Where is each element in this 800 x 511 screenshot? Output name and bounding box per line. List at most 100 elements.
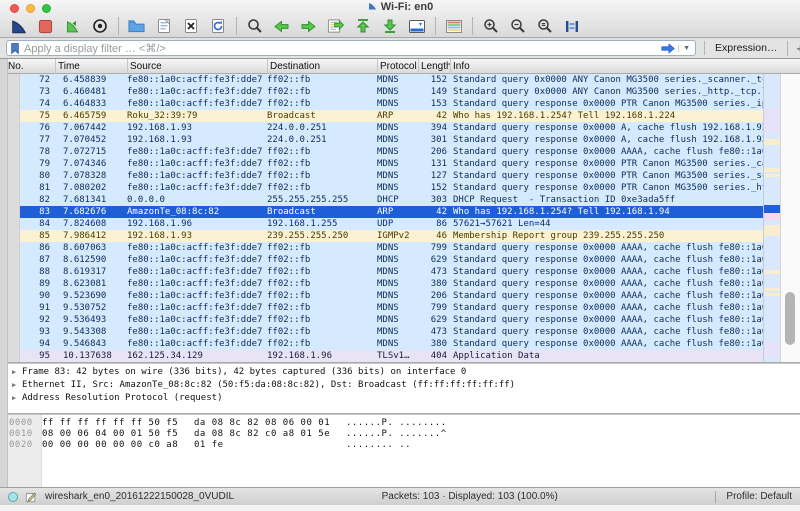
packet-counts: Packets: 103 · Displayed: 103 (100.0%)	[381, 491, 558, 502]
colorize-icon	[445, 19, 462, 33]
reload-file-button[interactable]	[207, 16, 228, 36]
previous-packet-button[interactable]	[271, 16, 292, 36]
packet-row-73[interactable]: 73 6.460481 fe80::1a0c:acff:fe3f:dde7 ff02:…	[0, 86, 763, 98]
column-header-time[interactable]: Time	[55, 59, 127, 74]
zoom-out-button[interactable]	[507, 16, 528, 36]
expression-button[interactable]: Expression…	[704, 41, 787, 55]
cell-time: 9.543308	[63, 327, 107, 337]
apply-filter-arrow-icon[interactable]	[660, 42, 676, 54]
hex-row[interactable]: 0020 00 00 00 00 00 00 c0 a8 01 fe........…	[0, 440, 800, 451]
restart-capture-button[interactable]	[62, 16, 83, 36]
packet-row-88[interactable]: 88 8.619317 fe80::1a0c:acff:fe3f:dde7 ff02:…	[0, 266, 763, 278]
packet-row-83[interactable]: 83 7.682676 AmazonTe_08:8c:82 Broadcast ARP 4…	[0, 206, 763, 218]
intelligent-scrollbar-minimap[interactable]	[763, 74, 781, 362]
packet-row-82[interactable]: 82 7.681341 0.0.0.0 255.255.255.255 DHCP 303 D…	[0, 194, 763, 206]
packet-row-74[interactable]: 74 6.464833 fe80::1a0c:acff:fe3f:dde7 ff02:…	[0, 98, 763, 110]
cell-no: 78	[39, 147, 50, 157]
packet-row-91[interactable]: 91 9.530752 fe80::1a0c:acff:fe3f:dde7 ff02:…	[0, 302, 763, 314]
capture-comment-icon[interactable]	[25, 491, 37, 503]
packet-row-84[interactable]: 84 7.824608 192.168.1.96 192.168.1.255 UDP 86…	[0, 218, 763, 230]
packet-row-77[interactable]: 77 7.070452 192.168.1.93 224.0.0.251 MDNS 301…	[0, 134, 763, 146]
add-filter-button[interactable]: +	[787, 40, 800, 56]
bookmark-icon[interactable]	[10, 42, 20, 55]
filter-history-caret[interactable]: ▼	[678, 44, 690, 52]
display-filter-input[interactable]: Apply a display filter … <⌘/> ▼	[6, 40, 696, 56]
close-file-button[interactable]	[180, 16, 201, 36]
cell-source: fe80::1a0c:acff:fe3f:dde7	[127, 315, 263, 325]
packet-row-76[interactable]: 76 7.067442 192.168.1.93 224.0.0.251 MDNS 394…	[0, 122, 763, 134]
zoom-normal-size-button[interactable]	[534, 16, 555, 36]
packet-row-87[interactable]: 87 8.612590 fe80::1a0c:acff:fe3f:dde7 ff02:…	[0, 254, 763, 266]
cell-destination: ff02::fb	[267, 171, 311, 181]
hex-row[interactable]: 0000 ff ff ff ff ff ff 50 f5 da 08 8c 82 0…	[0, 418, 800, 429]
column-header-protocol[interactable]: Protocol	[377, 59, 418, 74]
cell-time: 7.067442	[63, 123, 107, 133]
cell-no: 73	[39, 87, 50, 97]
packet-row-85[interactable]: 85 7.986412 192.168.1.93 239.255.255.250 IGM…	[0, 230, 763, 242]
expert-info-indicator[interactable]	[8, 491, 18, 502]
cell-time: 7.986412	[63, 231, 107, 241]
packet-row-78[interactable]: 78 7.072715 fe80::1a0c:acff:fe3f:dde7 ff02:…	[0, 146, 763, 158]
detail-line[interactable]: ▶ Ethernet II, Src: AmazonTe_08:8c:82 (50…	[12, 379, 800, 392]
cell-time: 8.612590	[63, 255, 107, 265]
packet-row-79[interactable]: 79 7.074346 fe80::1a0c:acff:fe3f:dde7 ff02:…	[0, 158, 763, 170]
minimize-window-button[interactable]	[26, 4, 35, 13]
packet-row-86[interactable]: 86 8.607063 fe80::1a0c:acff:fe3f:dde7 ff02:…	[0, 242, 763, 254]
scrollbar-thumb[interactable]	[785, 292, 795, 345]
zoom-in-button[interactable]	[480, 16, 501, 36]
open-file-button[interactable]	[126, 16, 147, 36]
auto-scroll-button[interactable]	[406, 16, 427, 36]
expand-triangle-icon[interactable]: ▶	[12, 379, 22, 392]
detail-line[interactable]: ▶ Address Resolution Protocol (request)	[12, 392, 800, 405]
detail-line[interactable]: ▶ Frame 83: 42 bytes on wire (336 bits), …	[12, 366, 800, 379]
packet-row-75[interactable]: 75 6.465759 Roku_32:39:79 Broadcast ARP 42 Who…	[0, 110, 763, 122]
hex-row[interactable]: 0010 08 00 06 04 00 01 50 f5 da 08 8c 82 c…	[0, 429, 800, 440]
column-header-source[interactable]: Source	[127, 59, 267, 74]
cell-info: Standard query response 0x0000 PTR Canon…	[453, 159, 763, 169]
packet-row-89[interactable]: 89 8.623081 fe80::1a0c:acff:fe3f:dde7 ff02:…	[0, 278, 763, 290]
detail-line-text: Frame 83: 42 bytes on wire (336 bits), 4…	[22, 367, 467, 377]
packet-row-92[interactable]: 92 9.536493 fe80::1a0c:acff:fe3f:dde7 ff02:…	[0, 314, 763, 326]
last-packet-button[interactable]	[379, 16, 400, 36]
statusbar-divider	[715, 490, 717, 503]
column-header-length[interactable]: Length	[418, 59, 450, 74]
toolbar-separator	[236, 17, 237, 35]
resize-columns-button[interactable]	[561, 16, 582, 36]
cell-source: Roku_32:39:79	[127, 111, 198, 121]
column-header-info[interactable]: Info	[450, 59, 800, 74]
close-window-button[interactable]	[10, 4, 19, 13]
packet-row-90[interactable]: 90 9.523690 fe80::1a0c:acff:fe3f:dde7 ff02:…	[0, 290, 763, 302]
minimap-band	[764, 174, 781, 177]
next-packet-button[interactable]	[298, 16, 319, 36]
first-packet-button[interactable]	[352, 16, 373, 36]
cell-no: 72	[39, 75, 50, 85]
packet-row-94[interactable]: 94 9.546843 fe80::1a0c:acff:fe3f:dde7 ff02:…	[0, 338, 763, 350]
packet-row-95[interactable]: 95 10.137638 162.125.34.129 192.168.1.96 TLS…	[0, 350, 763, 362]
colorize-packets-button[interactable]	[443, 16, 464, 36]
cell-source: 162.125.34.129	[127, 351, 203, 361]
packet-list-scrollbar[interactable]	[780, 74, 800, 362]
go-to-packet-button[interactable]	[325, 16, 346, 36]
cell-info: 57621→57621 Len=44	[453, 219, 551, 229]
cell-info: Standard query response 0x0000 A, cache …	[453, 123, 763, 133]
zoom-normal-icon	[537, 19, 552, 33]
column-header-no[interactable]: No.	[0, 59, 55, 74]
packet-row-72[interactable]: 72 6.458839 fe80::1a0c:acff:fe3f:dde7 ff02:…	[0, 74, 763, 86]
hex-group1: 08 00 06 04 00 01 50 f5	[42, 429, 179, 439]
packet-row-93[interactable]: 93 9.543308 fe80::1a0c:acff:fe3f:dde7 ff02:…	[0, 326, 763, 338]
stop-capture-button[interactable]	[35, 16, 56, 36]
column-header-destination[interactable]: Destination	[267, 59, 377, 74]
packet-row-80[interactable]: 80 7.078328 fe80::1a0c:acff:fe3f:dde7 ff02:…	[0, 170, 763, 182]
zoom-window-button[interactable]	[42, 4, 51, 13]
cell-length: 206	[430, 147, 447, 157]
cell-source: AmazonTe_08:8c:82	[127, 207, 220, 217]
profile-selector[interactable]: Profile: Default	[726, 491, 792, 502]
packet-row-81[interactable]: 81 7.080202 fe80::1a0c:acff:fe3f:dde7 ff02:…	[0, 182, 763, 194]
expand-triangle-icon[interactable]: ▶	[12, 392, 22, 405]
capture-options-button[interactable]	[89, 16, 110, 36]
save-file-button[interactable]	[153, 16, 174, 36]
expand-triangle-icon[interactable]: ▶	[12, 366, 22, 379]
find-packet-button[interactable]	[244, 16, 265, 36]
capture-file-name[interactable]: wireshark_en0_20161222150028_0VUDIL	[45, 491, 234, 502]
start-capture-button[interactable]	[8, 16, 29, 36]
